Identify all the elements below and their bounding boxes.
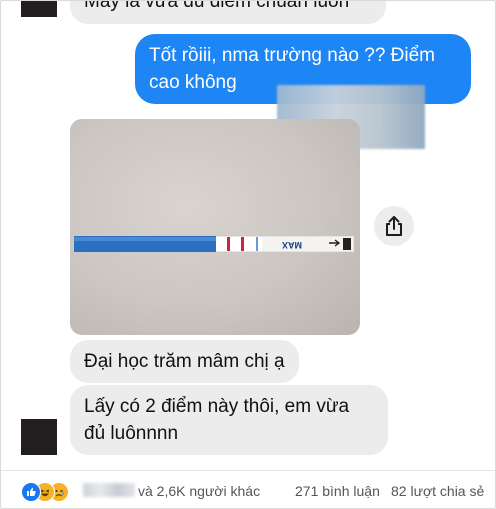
share-icon xyxy=(386,216,402,236)
photo-message[interactable]: MAX xyxy=(70,119,360,335)
share-button[interactable] xyxy=(374,206,414,246)
shares-count[interactable]: 82 lượt chia sẻ xyxy=(391,482,484,500)
sender-avatar[interactable] xyxy=(21,419,57,455)
like-reaction-icon xyxy=(21,482,41,502)
message-text: Đại học trăm mâm chị ạ xyxy=(84,351,285,372)
sender-avatar-top[interactable] xyxy=(21,1,57,17)
incoming-message-bubble: Đại học trăm mâm chị ạ xyxy=(70,340,299,383)
reaction-summary[interactable] xyxy=(21,482,77,502)
comments-count[interactable]: 271 bình luận xyxy=(295,482,380,500)
screenshot-frame: Mày là vừa đủ điểm chuẩn luôn Tốt rồiii,… xyxy=(0,0,496,509)
footer-divider xyxy=(1,470,495,471)
message-text: Lấy có 2 điểm này thôi, em vừa đủ luônnn… xyxy=(84,396,350,444)
pregnancy-test-icon: MAX xyxy=(73,235,355,253)
reactor-count-text[interactable]: và 2,6K người khác xyxy=(138,482,260,500)
message-text: Mày là vừa đủ điểm chuẩn luôn xyxy=(84,0,350,12)
message-bubble-partial: Mày là vừa đủ điểm chuẩn luôn xyxy=(70,0,386,24)
strip-label: MAX xyxy=(282,240,302,250)
reactor-name-blur xyxy=(83,483,135,497)
incoming-message-bubble: Lấy có 2 điểm này thôi, em vừa đủ luônnn… xyxy=(70,385,388,455)
